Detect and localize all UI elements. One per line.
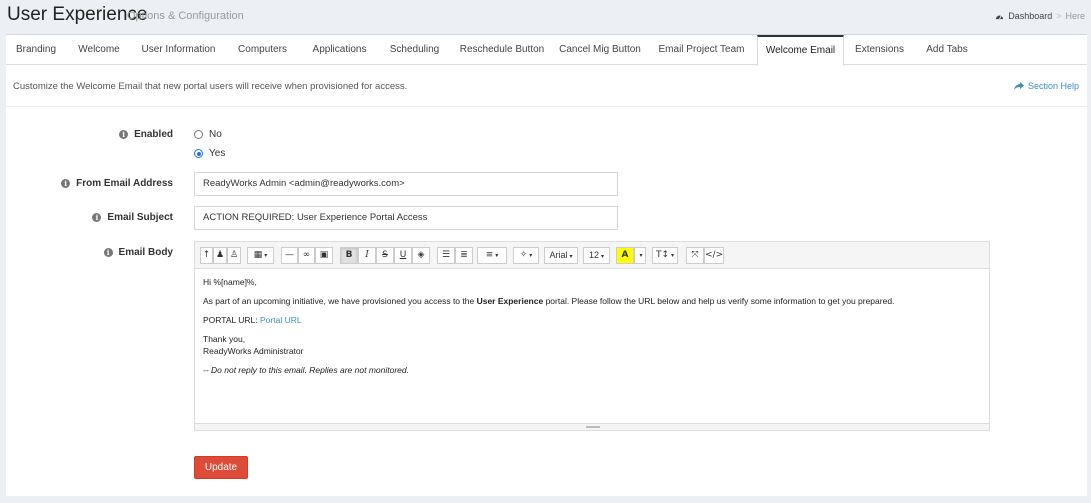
radio-no-label: No (209, 129, 222, 140)
body-signature: ReadyWorks Administrator (203, 346, 304, 356)
code-view-icon[interactable]: </> (704, 247, 724, 264)
body-footer: -- Do not reply to this email. Replies a… (203, 365, 409, 375)
radio-yes-label: Yes (209, 148, 226, 159)
body-greeting: Hi %[name]%, (203, 277, 257, 287)
tab-branding[interactable]: Branding (6, 35, 66, 65)
user-icon[interactable]: ♟ (213, 247, 227, 264)
email-subject-label-text: Email Subject (107, 212, 173, 223)
font-family-select[interactable]: Arial ▾ (544, 247, 578, 264)
section-help-link[interactable]: Section Help (1013, 81, 1079, 91)
tab-user-information[interactable]: User Information (132, 35, 225, 65)
enabled-label-text: Enabled (134, 129, 173, 140)
tab-computers[interactable]: Computers (225, 35, 300, 65)
info-icon: i (92, 213, 102, 222)
bold-icon[interactable]: B (340, 247, 358, 264)
align-dropdown-icon[interactable]: ≡ ▾ (477, 247, 507, 264)
image-icon[interactable]: ▣ (315, 247, 333, 264)
bullet-list-icon[interactable]: ☰ (437, 247, 455, 264)
tab-extensions[interactable]: Extensions (844, 35, 915, 65)
underline-icon[interactable]: U (394, 247, 412, 264)
breadcrumb-dashboard-link[interactable]: Dashboard (1008, 11, 1052, 21)
email-body-label: i Email Body (103, 247, 173, 258)
email-subject-label: i Email Subject (92, 212, 173, 223)
tab-reschedule-button[interactable]: Reschedule Button (450, 35, 554, 65)
radio-no[interactable] (194, 130, 203, 139)
eraser-icon[interactable]: ◈ (412, 247, 430, 264)
section-help-label: Section Help (1027, 81, 1079, 91)
info-icon: i (61, 179, 71, 188)
enabled-option-no[interactable]: No (194, 129, 222, 140)
tab-applications[interactable]: Applications (300, 35, 379, 65)
page-header: User Experience Options & Configuration … (0, 0, 1091, 34)
breadcrumb-current: Here (1065, 11, 1085, 21)
divider (6, 106, 1087, 107)
body-closing: Thank you, (203, 334, 246, 344)
from-email-label: i From Email Address (61, 178, 173, 189)
editor-resize-bar[interactable] (195, 423, 989, 430)
tab-scheduling[interactable]: Scheduling (379, 35, 450, 65)
tab-bar: Branding Welcome User Information Comput… (6, 35, 1087, 66)
share-arrow-icon (1013, 82, 1024, 90)
editor-toolbar: ↑ ♟ ♙ ▦ ▾ — ∞ ▣ B I S U ◈ ☰ ≣ ≡ ▾ ✧ ▾ Arial… (195, 242, 989, 269)
dashboard-icon (996, 15, 1004, 20)
highlight-color-icon[interactable]: A (616, 247, 634, 264)
enabled-option-yes[interactable]: Yes (194, 148, 225, 159)
font-size-select[interactable]: 12 ▾ (583, 247, 610, 264)
body-portal-url: PORTAL URL: Portal URL (203, 315, 302, 325)
strikethrough-icon[interactable]: S (376, 247, 394, 264)
link-icon[interactable]: ∞ (298, 247, 315, 264)
breadcrumb-separator: > (1056, 11, 1062, 21)
email-subject-field[interactable]: ACTION REQUIRED: User Experience Portal … (194, 206, 618, 230)
table-dropdown-icon[interactable]: ▦ ▾ (247, 247, 274, 264)
numbered-list-icon[interactable]: ≣ (455, 247, 473, 264)
resize-grip-icon[interactable] (586, 426, 600, 428)
horizontal-rule-icon[interactable]: — (281, 247, 298, 264)
portal-url-link[interactable]: Portal URL (260, 315, 302, 325)
section-description: Customize the Welcome Email that new por… (13, 81, 408, 92)
info-icon: i (119, 130, 129, 139)
info-icon: i (103, 248, 113, 257)
breadcrumb: Dashboard > Here (995, 11, 1085, 21)
chevron-down-icon[interactable]: ▾ (634, 247, 646, 264)
tab-cancel-mig-button[interactable]: Cancel Mig Button (554, 35, 646, 65)
magic-wand-icon[interactable]: ✧ ▾ (513, 247, 539, 264)
user-outline-icon[interactable]: ♙ (227, 247, 241, 264)
update-button[interactable]: Update (194, 456, 248, 479)
italic-icon[interactable]: I (358, 247, 376, 264)
enabled-label: i Enabled (119, 129, 173, 140)
text-height-icon[interactable]: T↕ ▾ (652, 247, 678, 264)
settings-panel: Branding Welcome User Information Comput… (6, 34, 1087, 496)
email-body-label-text: Email Body (118, 247, 173, 258)
page-subtitle: Options & Configuration (127, 10, 244, 22)
from-email-label-text: From Email Address (76, 178, 173, 189)
tab-welcome-email[interactable]: Welcome Email (757, 35, 844, 66)
tab-email-project-team[interactable]: Email Project Team (646, 35, 757, 65)
from-email-field[interactable]: ReadyWorks Admin <admin@readyworks.com> (194, 172, 618, 196)
radio-yes[interactable] (194, 149, 203, 158)
email-body-editor: ↑ ♟ ♙ ▦ ▾ — ∞ ▣ B I S U ◈ ☰ ≣ ≡ ▾ ✧ ▾ Arial… (194, 241, 990, 431)
fullscreen-icon[interactable]: ⤧ (686, 247, 704, 264)
tab-add-tabs[interactable]: Add Tabs (915, 35, 979, 65)
tab-welcome[interactable]: Welcome (66, 35, 132, 65)
email-body-content[interactable]: Hi %[name]%, As part of an upcoming init… (203, 276, 983, 376)
arrow-up-icon[interactable]: ↑ (200, 247, 213, 264)
body-paragraph: As part of an upcoming initiative, we ha… (203, 296, 895, 306)
